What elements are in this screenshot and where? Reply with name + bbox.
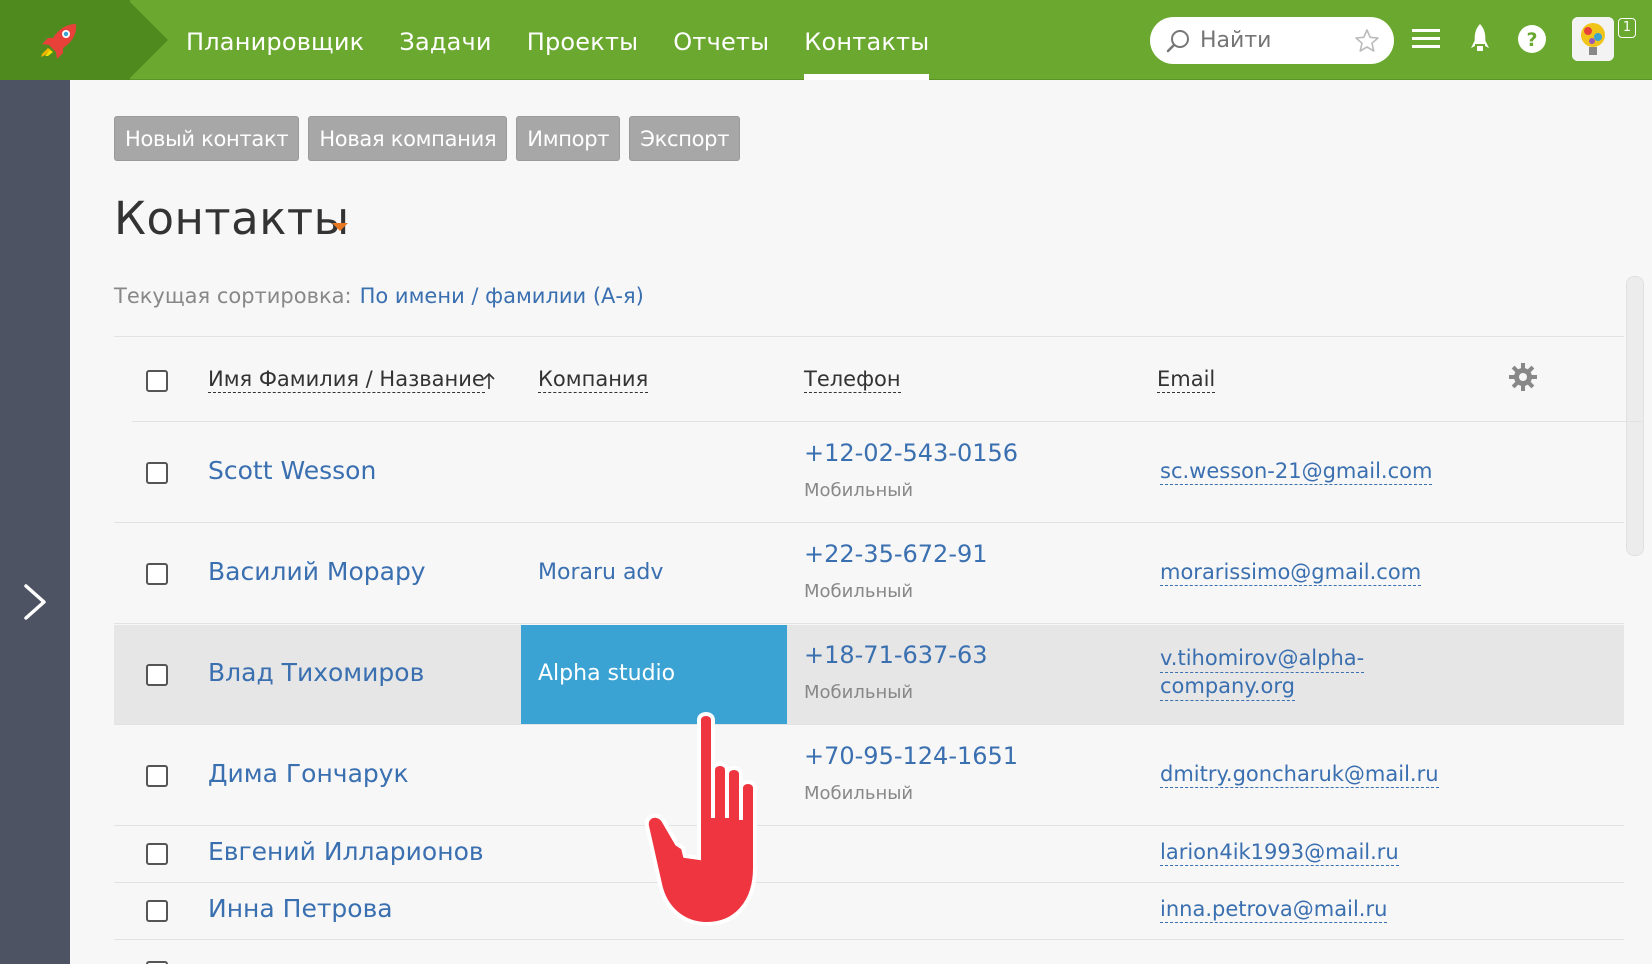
row-checkbox[interactable] bbox=[146, 765, 168, 787]
divider bbox=[114, 336, 1624, 337]
contact-name[interactable]: Василий Морару bbox=[208, 557, 426, 586]
sort-up-arrow-icon bbox=[483, 372, 495, 389]
table-row-highlighted[interactable]: Влад Тихомиров Alpha studio +18-71-637-6… bbox=[114, 625, 1624, 725]
table-row[interactable]: Инна Петрова inna.petrova@mail.ru bbox=[114, 884, 1624, 940]
search-icon bbox=[1166, 30, 1189, 53]
avatar[interactable] bbox=[1572, 17, 1614, 61]
table-row[interactable]: Василий Морару Moraru adv +22-35-672-91 … bbox=[114, 524, 1624, 624]
search-input[interactable] bbox=[1200, 25, 1340, 55]
pointer-hand-icon bbox=[644, 712, 757, 927]
row-checkbox[interactable] bbox=[146, 462, 168, 484]
user-avatar-icon bbox=[1572, 17, 1614, 61]
select-all-checkbox[interactable] bbox=[146, 370, 168, 392]
gear-icon[interactable] bbox=[1508, 362, 1538, 392]
table-row[interactable]: Scott Wesson +12-02-543-0156 Мобильный s… bbox=[114, 423, 1624, 523]
export-button[interactable]: Экспорт bbox=[629, 116, 741, 161]
contact-email[interactable]: larion4ik1993@mail.ru bbox=[1160, 839, 1399, 866]
header-name[interactable]: Имя Фамилия / Название bbox=[208, 366, 485, 393]
header-phone[interactable]: Телефон bbox=[804, 366, 901, 393]
phone-type: Мобильный bbox=[804, 480, 914, 501]
import-button[interactable]: Импорт bbox=[516, 116, 621, 161]
phone-type: Мобильный bbox=[804, 783, 914, 804]
new-company-button[interactable]: Новая компания bbox=[308, 116, 508, 161]
contact-email[interactable]: morarissimo@gmail.com bbox=[1160, 559, 1422, 586]
notification-badge[interactable]: 1 bbox=[1618, 18, 1636, 38]
header-company[interactable]: Компания bbox=[538, 366, 649, 393]
sorting-info: Текущая сортировка: По имени / фамилии (А… bbox=[114, 284, 644, 308]
row-checkbox[interactable] bbox=[146, 664, 168, 686]
table-row[interactable]: Евгений Илларионов larion4ik1993@mail.ru bbox=[114, 827, 1624, 883]
phone-type: Мобильный bbox=[804, 682, 914, 703]
contact-company[interactable]: Alpha studio bbox=[538, 661, 675, 686]
email-line-2: company.org bbox=[1160, 673, 1295, 701]
logo-arrow-decoration bbox=[128, 0, 168, 80]
contact-email[interactable]: v.tihomirov@alpha- company.org bbox=[1160, 645, 1365, 701]
nav-planner[interactable]: Планировщик bbox=[186, 0, 364, 80]
nav-reports[interactable]: Отчеты bbox=[673, 0, 769, 80]
email-line-1: v.tihomirov@alpha- bbox=[1160, 645, 1365, 673]
contact-name[interactable]: Влад Тихомиров bbox=[208, 658, 424, 687]
contact-email[interactable]: sc.wesson-21@gmail.com bbox=[1160, 458, 1433, 485]
search-box[interactable] bbox=[1150, 17, 1394, 64]
contact-name[interactable]: Дима Гончарук bbox=[208, 759, 409, 788]
new-contact-button[interactable]: Новый контакт bbox=[114, 116, 300, 161]
contact-name[interactable]: Scott Wesson bbox=[208, 456, 376, 485]
main-content: Новый контакт Новая компания Импорт Эксп… bbox=[70, 80, 1652, 964]
contact-email[interactable]: dmitry.goncharuk@mail.ru bbox=[1160, 761, 1439, 788]
top-navigation-bar: Планировщик Задачи Проекты Отчеты Контак… bbox=[0, 0, 1652, 80]
table-row[interactable] bbox=[114, 941, 1624, 964]
contact-name[interactable]: Инна Петрова bbox=[208, 894, 393, 923]
rocket-logo-icon bbox=[41, 24, 77, 59]
sorting-label: Текущая сортировка: bbox=[114, 284, 352, 308]
phone-type: Мобильный bbox=[804, 581, 914, 602]
row-checkbox[interactable] bbox=[146, 843, 168, 865]
nav-projects[interactable]: Проекты bbox=[527, 0, 639, 80]
menu-icon[interactable] bbox=[1410, 22, 1444, 56]
left-sidebar bbox=[0, 80, 70, 964]
table-header: Имя Фамилия / Название Компания Телефон … bbox=[132, 338, 1642, 422]
chevron-right-icon[interactable] bbox=[20, 580, 50, 624]
contact-company[interactable]: Moraru adv bbox=[538, 560, 663, 585]
row-checkbox[interactable] bbox=[146, 563, 168, 585]
contact-phone[interactable]: +12-02-543-0156 bbox=[804, 439, 1018, 467]
sorting-link[interactable]: По имени / фамилии (А-я) bbox=[360, 284, 644, 308]
page-title: Контакты bbox=[114, 192, 350, 245]
svg-text:?: ? bbox=[1526, 29, 1537, 51]
logo-area[interactable] bbox=[0, 0, 130, 80]
star-icon[interactable] bbox=[1354, 28, 1380, 54]
nav-contacts[interactable]: Контакты bbox=[804, 0, 930, 80]
rocket-icon[interactable] bbox=[1463, 22, 1497, 56]
title-dropdown-caret-icon[interactable] bbox=[332, 223, 348, 231]
contact-phone[interactable]: +18-71-637-63 bbox=[804, 641, 988, 669]
help-icon[interactable]: ? bbox=[1515, 22, 1549, 56]
contact-email[interactable]: inna.petrova@mail.ru bbox=[1160, 896, 1388, 923]
header-email[interactable]: Email bbox=[1157, 366, 1216, 393]
row-checkbox[interactable] bbox=[146, 900, 168, 922]
table-row[interactable]: Дима Гончарук +70-95-124-1651 Мобильный … bbox=[114, 726, 1624, 826]
nav-tasks[interactable]: Задачи bbox=[399, 0, 491, 80]
main-nav: Планировщик Задачи Проекты Отчеты Контак… bbox=[186, 0, 964, 80]
contact-phone[interactable]: +70-95-124-1651 bbox=[804, 742, 1018, 770]
action-buttons: Новый контакт Новая компания Импорт Эксп… bbox=[114, 116, 749, 161]
contact-phone[interactable]: +22-35-672-91 bbox=[804, 540, 988, 568]
contact-name[interactable]: Евгений Илларионов bbox=[208, 837, 484, 866]
